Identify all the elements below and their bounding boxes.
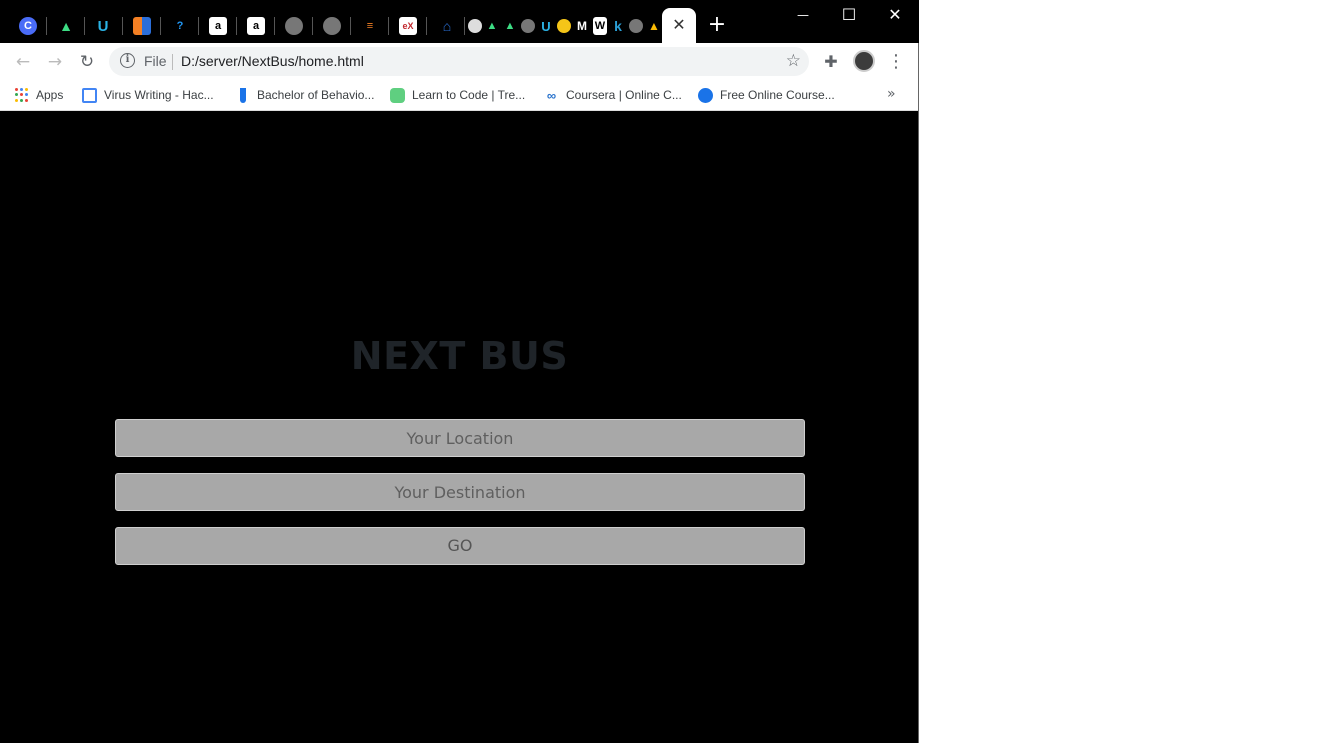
location-input[interactable] (115, 419, 805, 457)
tab-separator (198, 17, 199, 35)
bookmark-star-icon[interactable]: ☆ (786, 51, 801, 71)
house-icon[interactable]: ⌂ (438, 17, 456, 35)
destination-input[interactable] (115, 473, 805, 511)
maximize-button[interactable]: ☐ (834, 4, 864, 26)
forward-button[interactable]: → (44, 51, 66, 73)
c-logo-icon[interactable]: C (19, 17, 37, 35)
amazon-icon[interactable]: a (247, 17, 265, 35)
tab-separator (84, 17, 85, 35)
bookmark-treehouse[interactable]: Learn to Code | Tre... (390, 85, 525, 105)
profile-avatar[interactable] (853, 50, 875, 72)
u-logo-icon[interactable]: U (94, 17, 112, 35)
bookmark-virus-writing[interactable]: Virus Writing - Hac... (82, 85, 214, 105)
tab-separator (312, 17, 313, 35)
page-title: NEXT BUS (350, 334, 569, 378)
bookmark-free-courses[interactable]: Free Online Course... (698, 85, 835, 105)
close-window-button[interactable]: ✕ (880, 4, 910, 26)
tab-separator (350, 17, 351, 35)
browser-toolbar: ← → ↻ i File D:/server/NextBus/home.html… (0, 43, 918, 80)
medium-icon[interactable]: M (575, 17, 589, 35)
page-icon (82, 87, 97, 103)
tab-separator (122, 17, 123, 35)
coursera-icon: ∞ (546, 87, 557, 103)
close-tab-icon[interactable]: ✕ (672, 17, 685, 34)
minimize-button[interactable]: — (788, 4, 818, 26)
stackoverflow-icon[interactable]: ≡ (361, 17, 379, 35)
globe-icon (698, 87, 713, 103)
tab-separator (236, 17, 237, 35)
bookmark-apps[interactable]: Apps (15, 85, 63, 105)
globe-icon[interactable] (285, 17, 303, 35)
url-text[interactable]: D:/server/NextBus/home.html (181, 53, 364, 69)
google-drive-icon[interactable]: ▲ (647, 17, 661, 35)
address-bar[interactable]: i File D:/server/NextBus/home.html ☆ (109, 47, 809, 76)
udemy-icon[interactable] (557, 19, 571, 33)
active-tab[interactable]: ✕ (662, 8, 696, 43)
browser-window: C ▲ U ? a a ≡ eX ⌂ ▲ ▲ U M W k ▲ ✕ + — ☐… (0, 0, 919, 743)
bookmark-label: Virus Writing - Hac... (104, 88, 214, 102)
tab-strip: C ▲ U ? a a ≡ eX ⌂ ▲ ▲ U M W k ▲ ✕ + — ☐… (0, 0, 919, 43)
android-icon[interactable]: ▲ (57, 17, 75, 35)
bookmarks-bar: Apps Virus Writing - Hac... Bachelor of … (0, 80, 918, 111)
tab-separator (464, 17, 465, 35)
bookmark-label: Coursera | Online C... (566, 88, 682, 102)
scheme-label: File (144, 53, 167, 69)
omnibox-divider (172, 54, 173, 70)
reload-button[interactable]: ↻ (76, 51, 98, 73)
globe-icon[interactable] (521, 19, 535, 33)
bookmark-bachelor[interactable]: Bachelor of Behavio... (236, 85, 374, 105)
edx-icon[interactable]: eX (399, 17, 417, 35)
treehouse-icon (390, 87, 405, 103)
test-tube-icon (240, 87, 246, 103)
bookmark-label: Learn to Code | Tre... (412, 88, 526, 102)
amazon-icon[interactable]: a (209, 17, 227, 35)
tab-separator (274, 17, 275, 35)
tab-separator (426, 17, 427, 35)
tab-separator (388, 17, 389, 35)
android-icon[interactable]: ▲ (485, 17, 499, 35)
question-icon[interactable]: ? (171, 17, 189, 35)
page-content: NEXT BUS GO (1, 112, 918, 743)
bookmark-label: Apps (36, 88, 64, 102)
tab-separator (160, 17, 161, 35)
globe-icon[interactable] (323, 17, 341, 35)
bookmarks-overflow-button[interactable]: » (887, 86, 896, 102)
apps-grid-icon (15, 88, 29, 102)
android-icon[interactable]: ▲ (503, 17, 517, 35)
khan-icon[interactable]: k (611, 17, 625, 35)
u-logo-icon[interactable]: U (539, 17, 553, 35)
back-button[interactable]: ← (12, 51, 34, 73)
bookmark-label: Bachelor of Behavio... (257, 88, 375, 102)
wikipedia-icon[interactable]: W (593, 17, 607, 35)
globe-icon[interactable] (629, 19, 643, 33)
globe-icon[interactable] (468, 19, 482, 33)
bookmark-label: Free Online Course... (720, 88, 835, 102)
bookmark-coursera[interactable]: ∞ Coursera | Online C... (544, 85, 682, 105)
extensions-puzzle-icon[interactable]: ✚ (821, 52, 841, 72)
bookmark-orange-icon[interactable] (133, 17, 151, 35)
menu-kebab-icon[interactable]: ⋮ (886, 52, 906, 72)
info-icon[interactable]: i (120, 53, 135, 68)
new-tab-button[interactable]: + (706, 14, 728, 36)
go-button[interactable]: GO (115, 527, 805, 565)
tab-separator (46, 17, 47, 35)
